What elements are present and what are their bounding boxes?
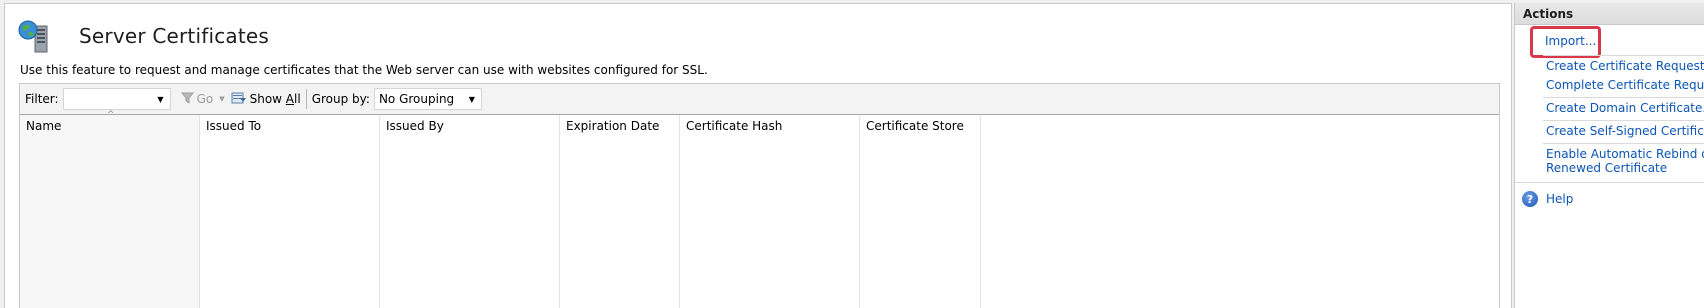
chevron-down-icon: ▼ [468,94,475,104]
group-by-value: No Grouping [378,92,455,106]
grid: ^ Name Issued To Issued By Expiration Da… [20,110,1499,308]
chevron-down-icon: ▼ [157,94,164,104]
import-action[interactable]: Import... [1545,34,1596,48]
show-all-button[interactable]: Show All [231,91,301,108]
column-header-issued-to[interactable]: Issued To [200,115,380,308]
create-certificate-request-action[interactable]: Create Certificate Request... [1546,59,1704,73]
column-header-expiration-date[interactable]: Expiration Date [560,115,680,308]
page-title: Server Certificates [79,24,270,48]
complete-certificate-request-action[interactable]: Complete Certificate Request... [1546,78,1704,92]
chevron-down-icon: ▼ [219,95,225,103]
help-icon: ? [1522,191,1538,207]
actions-header: Actions [1515,3,1704,25]
certificate-server-icon [17,18,53,54]
go-label: Go [196,92,214,106]
funnel-icon [180,92,194,107]
certificates-list-view: Filter: ▼ Go ▼ Show All Group by: No Gro… [19,83,1500,308]
toolbar-divider [305,89,307,109]
help-action[interactable]: Help [1546,192,1573,206]
sort-ascending-icon: ^ [107,110,115,120]
filter-label: Filter: [25,92,59,106]
column-header-certificate-hash[interactable]: Certificate Hash [680,115,860,308]
column-header-issued-by[interactable]: Issued By [380,115,560,308]
main-pane: Server Certificates Use this feature to … [4,3,1512,308]
page-header: Server Certificates [17,16,269,56]
group-by-label: Group by: [311,92,370,106]
actions-divider [1543,120,1704,121]
show-all-label: Show All [249,92,301,106]
actions-divider [1543,97,1704,98]
actions-divider [1515,182,1704,183]
filter-input[interactable]: ▼ [62,88,171,110]
actions-pane: Actions Import... Create Certificate Req… [1514,3,1704,308]
column-header-name[interactable]: ^ Name [20,110,200,308]
actions-divider [1543,143,1704,144]
go-button[interactable]: Go ▼ [180,92,225,107]
column-header-certificate-store[interactable]: Certificate Store [860,115,981,308]
create-self-signed-certificate-action[interactable]: Create Self-Signed Certificate... [1546,124,1704,138]
group-by-select[interactable]: No Grouping ▼ [373,88,482,110]
enable-automatic-rebind-action-line2[interactable]: Renewed Certificate [1546,161,1667,175]
filter-toolbar: Filter: ▼ Go ▼ Show All Group by: No Gro… [20,84,1499,115]
enable-automatic-rebind-action[interactable]: Enable Automatic Rebind of [1546,147,1704,161]
create-domain-certificate-action[interactable]: Create Domain Certificate... [1546,101,1704,115]
actions-divider [1543,55,1704,56]
page-description: Use this feature to request and manage c… [20,63,708,77]
show-all-icon [231,91,247,108]
